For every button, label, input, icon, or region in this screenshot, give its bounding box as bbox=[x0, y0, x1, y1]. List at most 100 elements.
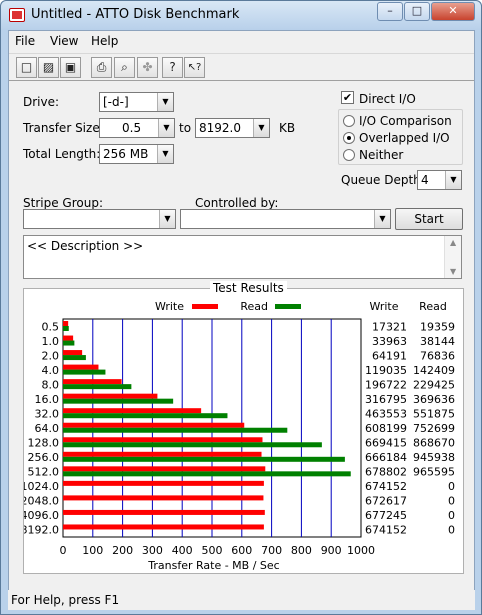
bar-read bbox=[63, 456, 345, 462]
direct-io-label: Direct I/O bbox=[359, 92, 416, 106]
transfer-size-label: 0.5 bbox=[42, 320, 60, 333]
read-value: 76836 bbox=[420, 349, 455, 362]
chevron-down-icon: ▼ bbox=[374, 210, 390, 228]
bar-write bbox=[63, 364, 99, 370]
stripe-group-select[interactable]: ▼ bbox=[23, 209, 176, 229]
total-length-select[interactable]: 256 MB ▼ bbox=[99, 144, 174, 164]
transfer-size-label: Transfer Size: bbox=[23, 121, 104, 135]
legend-read-swatch bbox=[275, 304, 301, 309]
x-tick-label: 200 bbox=[112, 544, 133, 557]
read-value: 0 bbox=[448, 509, 455, 522]
transfer-size-label: 128.0 bbox=[28, 437, 60, 450]
write-value: 463553 bbox=[365, 407, 407, 420]
write-value: 119035 bbox=[365, 364, 407, 377]
queue-depth-select[interactable]: 4 ▼ bbox=[417, 170, 462, 190]
scroll-down-icon[interactable]: ▼ bbox=[450, 267, 456, 276]
start-button[interactable]: Start bbox=[395, 208, 463, 230]
write-value: 674152 bbox=[365, 480, 407, 493]
client-area: File View Help □ ▨ ▣ ⎙ ⌕ ✤ ? ↖? Drive: [… bbox=[8, 30, 475, 608]
app-icon bbox=[9, 8, 25, 22]
controlled-by-select[interactable]: ▼ bbox=[180, 209, 391, 229]
bar-read bbox=[63, 427, 288, 433]
chevron-down-icon: ▼ bbox=[253, 119, 269, 137]
description-text: << Description >> bbox=[27, 239, 144, 253]
transfer-to-label: to bbox=[179, 121, 192, 135]
transfer-size-label: 256.0 bbox=[28, 451, 60, 464]
window-title: Untitled - ATTO Disk Benchmark bbox=[31, 7, 240, 22]
column-header-write: Write bbox=[369, 300, 398, 313]
drive-select[interactable]: [-d-] ▼ bbox=[99, 92, 174, 112]
transfer-size-label: 4.0 bbox=[42, 364, 60, 377]
maximize-button[interactable]: □ bbox=[404, 2, 430, 21]
bar-write bbox=[63, 509, 265, 515]
context-help-icon[interactable]: ↖? bbox=[184, 57, 205, 78]
transfer-size-label: 64.0 bbox=[35, 422, 60, 435]
write-value: 666184 bbox=[365, 451, 407, 464]
help-icon[interactable]: ? bbox=[162, 57, 183, 78]
write-value: 316795 bbox=[365, 393, 407, 406]
menu-bar: File View Help bbox=[9, 31, 474, 51]
io-comparison-radio[interactable] bbox=[343, 115, 355, 127]
legend-write-label: Write bbox=[155, 300, 184, 313]
legend-read-label: Read bbox=[240, 300, 268, 313]
menu-view[interactable]: View bbox=[50, 34, 78, 48]
print-icon[interactable]: ⎙ bbox=[91, 57, 112, 78]
neither-label: Neither bbox=[359, 148, 404, 162]
app-window: Untitled - ATTO Disk Benchmark – □ ✕ Fil… bbox=[0, 0, 482, 615]
transfer-size-to-select[interactable]: 8192.0 ▼ bbox=[195, 118, 270, 138]
save-icon[interactable]: ▣ bbox=[60, 57, 81, 78]
x-tick-label: 500 bbox=[202, 544, 223, 557]
x-tick-label: 400 bbox=[172, 544, 193, 557]
menu-file[interactable]: File bbox=[15, 34, 35, 48]
legend-write-swatch bbox=[192, 304, 218, 309]
transfer-size-label: 1024.0 bbox=[24, 480, 59, 493]
toolbar: □ ▨ ▣ ⎙ ⌕ ✤ ? ↖? bbox=[9, 53, 474, 81]
transfer-size-from-select[interactable]: 0.5 ▼ bbox=[99, 118, 175, 138]
new-icon[interactable]: □ bbox=[16, 57, 37, 78]
transfer-size-label: 32.0 bbox=[35, 407, 60, 420]
bar-read bbox=[63, 326, 69, 331]
direct-io-checkbox[interactable]: ✔ bbox=[341, 91, 354, 104]
neither-radio[interactable] bbox=[343, 149, 355, 161]
print-preview-icon[interactable]: ⌕ bbox=[114, 57, 135, 78]
open-icon[interactable]: ▨ bbox=[38, 57, 59, 78]
write-value: 17321 bbox=[372, 320, 407, 333]
transfer-size-label: 2.0 bbox=[42, 349, 60, 362]
bar-read bbox=[63, 471, 351, 477]
overlapped-io-radio[interactable] bbox=[343, 132, 355, 144]
x-tick-label: 0 bbox=[60, 544, 67, 557]
bar-read bbox=[63, 442, 322, 448]
description-field[interactable]: << Description >> ▲ ▼ bbox=[23, 235, 462, 279]
x-tick-label: 100 bbox=[82, 544, 103, 557]
move-icon[interactable]: ✤ bbox=[137, 57, 158, 78]
close-button[interactable]: ✕ bbox=[431, 2, 475, 21]
status-text: For Help, press F1 bbox=[11, 593, 120, 607]
read-value: 945938 bbox=[413, 451, 455, 464]
bar-write bbox=[63, 321, 69, 326]
drive-label: Drive: bbox=[23, 95, 60, 109]
write-value: 669415 bbox=[365, 437, 407, 450]
bar-read bbox=[63, 384, 132, 390]
minimize-button[interactable]: – bbox=[377, 2, 403, 21]
x-tick-label: 1000 bbox=[347, 544, 375, 557]
title-bar[interactable]: Untitled - ATTO Disk Benchmark – □ ✕ bbox=[1, 1, 481, 30]
io-comparison-label: I/O Comparison bbox=[359, 114, 452, 128]
results-chart: Write Read Write Read 0 100 200 300 400 500 600 700… bbox=[24, 300, 455, 572]
x-tick-label: 600 bbox=[231, 544, 252, 557]
status-bar: For Help, press F1 bbox=[8, 590, 475, 610]
bar-write bbox=[63, 480, 264, 486]
write-value: 677245 bbox=[365, 509, 407, 522]
bar-write bbox=[63, 451, 262, 457]
x-tick-label: 800 bbox=[291, 544, 312, 557]
read-value: 0 bbox=[448, 524, 455, 537]
read-value: 752699 bbox=[413, 422, 455, 435]
transfer-size-label: 8.0 bbox=[42, 378, 60, 391]
scroll-up-icon[interactable]: ▲ bbox=[450, 238, 456, 247]
description-scrollbar[interactable]: ▲ ▼ bbox=[444, 236, 461, 278]
read-value: 965595 bbox=[413, 466, 455, 479]
transfer-size-label: 16.0 bbox=[35, 393, 60, 406]
bar-write bbox=[63, 350, 83, 356]
menu-help[interactable]: Help bbox=[91, 34, 118, 48]
bar-read bbox=[63, 355, 86, 361]
x-axis-label: Transfer Rate - MB / Sec bbox=[147, 559, 279, 572]
